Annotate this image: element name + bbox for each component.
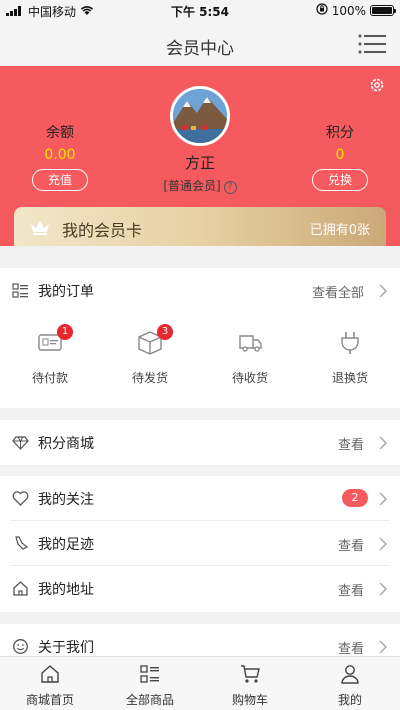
avatar[interactable] bbox=[170, 86, 230, 146]
status-bar: 中国移动 下午 5:54 100% bbox=[0, 0, 400, 22]
points-label: 积分 bbox=[326, 125, 354, 141]
chevron-right-icon bbox=[378, 491, 388, 506]
order-pending-payment[interactable]: 1 待付款 bbox=[0, 316, 100, 386]
battery-percent: 100% bbox=[331, 3, 366, 18]
delivery-truck-icon bbox=[236, 328, 264, 356]
order-list-icon bbox=[12, 282, 29, 299]
tab-label: 商城首页 bbox=[25, 693, 74, 707]
battery-icon bbox=[370, 5, 396, 16]
grid-list-icon bbox=[139, 663, 161, 685]
points-mall-title: 积分商城 bbox=[38, 436, 94, 452]
order-pending-shipment[interactable]: 3 待发货 bbox=[100, 316, 200, 386]
smiley-icon bbox=[12, 638, 29, 655]
home-icon bbox=[12, 580, 29, 597]
heart-icon bbox=[12, 490, 29, 507]
address-title: 我的地址 bbox=[38, 582, 94, 598]
order-label: 待发货 bbox=[131, 371, 168, 385]
orders-title: 我的订单 bbox=[38, 284, 94, 300]
footprint-icon bbox=[12, 535, 29, 552]
crown-icon bbox=[30, 219, 50, 235]
chevron-right-icon bbox=[378, 283, 388, 298]
bottom-tab-bar: 商城首页 全部商品 购物车 我的 bbox=[0, 656, 400, 710]
follow-title: 我的关注 bbox=[38, 492, 94, 508]
user-icon bbox=[339, 663, 361, 685]
page-title: 会员中心 bbox=[166, 39, 234, 59]
balance-label: 余额 bbox=[46, 125, 74, 141]
order-badge: 1 bbox=[57, 324, 73, 340]
tab-cart[interactable]: 购物车 bbox=[200, 663, 300, 708]
points-mall-section: 积分商城 查看 bbox=[0, 420, 400, 465]
member-card-title: 我的会员卡 bbox=[62, 221, 143, 240]
orientation-lock-icon bbox=[316, 3, 328, 18]
footprints-action: 查看 bbox=[337, 539, 364, 554]
points-mall-row[interactable]: 积分商城 查看 bbox=[10, 420, 390, 465]
order-pending-receipt[interactable]: 待收货 bbox=[200, 316, 300, 386]
points-value: 0 bbox=[335, 147, 345, 163]
about-action: 查看 bbox=[337, 642, 364, 657]
tab-label: 全部商品 bbox=[125, 693, 174, 707]
orders-view-all[interactable]: 查看全部 bbox=[312, 282, 364, 301]
orders-header-row[interactable]: 我的订单 查看全部 bbox=[10, 268, 390, 313]
settings-gear-icon[interactable] bbox=[368, 76, 386, 94]
order-label: 待付款 bbox=[31, 371, 68, 385]
footprints-row[interactable]: 我的足迹 查看 bbox=[10, 521, 390, 566]
member-card-count: 已拥有0张 bbox=[309, 223, 370, 238]
order-label: 退换货 bbox=[331, 371, 368, 385]
exchange-button[interactable]: 兑换 bbox=[312, 169, 368, 191]
about-title: 关于我们 bbox=[38, 640, 94, 656]
tab-mine[interactable]: 我的 bbox=[300, 663, 400, 708]
home-icon bbox=[39, 663, 61, 685]
follow-row[interactable]: 我的关注 2 bbox=[10, 476, 390, 521]
shopping-cart-icon bbox=[239, 663, 261, 685]
nav-bar: 会员中心 bbox=[0, 22, 400, 66]
chevron-right-icon bbox=[378, 639, 388, 654]
member-level-text: [普通会员] bbox=[163, 179, 221, 193]
points-mall-action: 查看 bbox=[337, 438, 364, 453]
help-icon[interactable]: ? bbox=[223, 181, 237, 194]
member-card-banner[interactable]: 我的会员卡 已拥有0张 bbox=[14, 207, 386, 246]
follow-count-badge: 2 bbox=[342, 489, 368, 507]
address-row[interactable]: 我的地址 查看 bbox=[10, 566, 390, 611]
address-action: 查看 bbox=[337, 584, 364, 599]
tab-label: 我的 bbox=[337, 693, 362, 707]
tab-home[interactable]: 商城首页 bbox=[0, 663, 100, 708]
order-status-grid: 1 待付款 3 待发货 待收货 退换货 bbox=[0, 316, 400, 406]
chevron-right-icon bbox=[378, 536, 388, 551]
personal-section: 我的关注 2 我的足迹 查看 我的地址 查看 bbox=[0, 476, 400, 612]
order-badge: 3 bbox=[157, 324, 173, 340]
diamond-icon bbox=[12, 434, 29, 451]
order-label: 待收货 bbox=[231, 371, 268, 385]
menu-icon[interactable] bbox=[358, 33, 386, 55]
tab-label: 购物车 bbox=[231, 693, 268, 707]
tab-all-products[interactable]: 全部商品 bbox=[100, 663, 200, 708]
plug-icon bbox=[336, 328, 364, 356]
chevron-right-icon bbox=[378, 581, 388, 596]
order-returns[interactable]: 退换货 bbox=[300, 316, 400, 386]
points-block: 积分 0 兑换 bbox=[310, 122, 370, 191]
footprints-title: 我的足迹 bbox=[38, 537, 94, 553]
chevron-right-icon bbox=[378, 435, 388, 450]
